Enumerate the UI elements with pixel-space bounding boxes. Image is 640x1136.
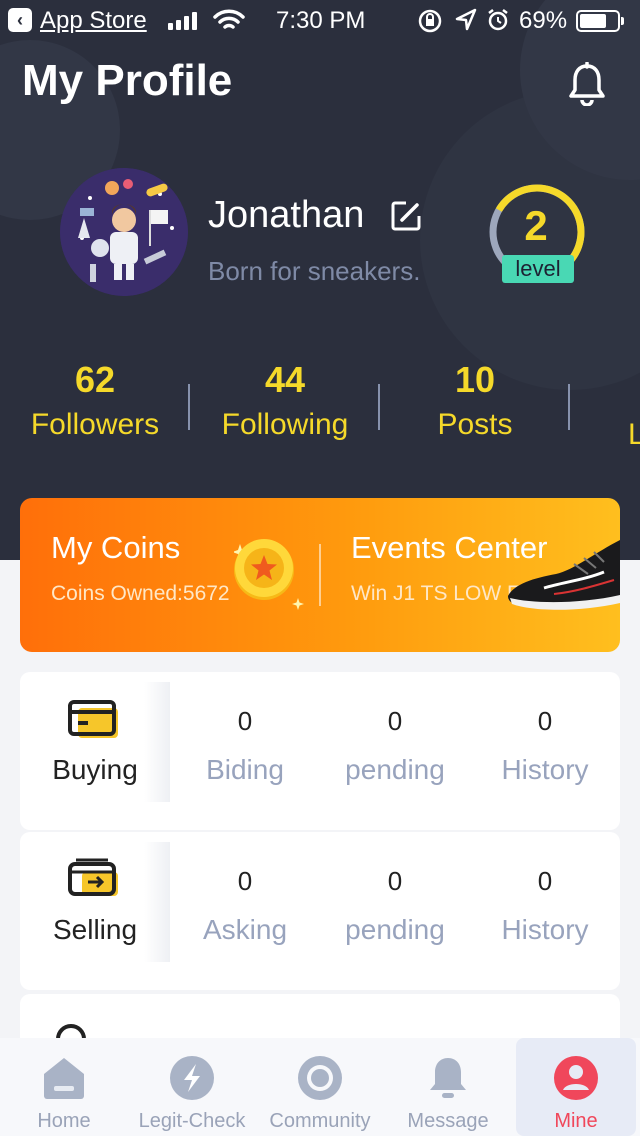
level-number: 2 [524,202,548,249]
coin-star-icon [234,539,304,610]
stat-value: 44 [264,359,306,400]
buying-biding[interactable]: 0 Biding [170,706,320,786]
buying-pending[interactable]: 0 pending [320,706,470,786]
buying-card: Buying 0 Biding 0 pending 0 History [20,672,620,830]
stat-label-truncated[interactable]: L [628,418,640,452]
count-label: History [501,914,589,945]
profile-stats: 62 Followers 44 Following 10 Posts L [0,358,640,458]
legit-check-icon [170,1056,214,1100]
stat-label: Posts [437,408,513,441]
stat-value: 62 [74,359,116,400]
location-arrow-icon [455,8,477,31]
back-to-app-link[interactable]: App Store [40,7,147,35]
stat-posts[interactable]: 10 Posts [380,358,570,442]
bottom-tab-bar: Home Legit-Check Community Message Mine [0,1038,640,1136]
back-arrow-icon[interactable]: ‹ [8,8,32,32]
count-value: 0 [537,706,553,736]
banner-divider [319,544,321,606]
my-coins-title: My Coins [51,530,181,565]
stat-following[interactable]: 44 Following [190,358,380,442]
home-icon [44,1058,84,1099]
buying-history[interactable]: 0 History [470,706,620,786]
count-value: 0 [387,866,403,896]
alarm-clock-icon [488,9,508,31]
selling-history[interactable]: 0 History [470,866,620,946]
rotation-lock-icon [418,9,442,33]
tab-label: Community [269,1110,371,1132]
tab-mine[interactable]: Mine [516,1038,636,1136]
clock-time: 7:30 PM [276,7,366,34]
page-title: My Profile [22,56,233,105]
community-icon [298,1056,342,1100]
count-value: 0 [237,706,253,736]
selling-asking[interactable]: 0 Asking [170,866,320,946]
battery-nub [621,17,624,25]
tab-message[interactable]: Message [384,1038,512,1136]
coins-events-banner: My Coins Coins Owned:5672 Events Center … [20,498,620,652]
bell-icon[interactable] [566,62,608,106]
level-badge[interactable]: 2 level [488,184,588,284]
profile-bio: Born for sneakers. [208,256,421,286]
username: Jonathan [208,194,365,236]
tab-label: Legit-Check [138,1110,246,1132]
card-divider-shadow [144,682,170,802]
selling-card: Selling 0 Asking 0 pending 0 History [20,832,620,990]
status-bar: ‹ App Store 7:30 PM 69% [0,0,640,40]
tab-label: Home [37,1110,91,1132]
tab-community[interactable]: Community [256,1038,384,1136]
count-value: 0 [537,866,553,896]
count-label: pending [345,754,445,785]
coins-owned-text: Coins Owned:5672 [51,582,230,605]
message-bell-icon [430,1058,466,1098]
level-label: level [502,255,574,283]
selling-pending[interactable]: 0 pending [320,866,470,946]
stat-followers[interactable]: 62 Followers [0,358,190,442]
tab-label: Message [407,1110,489,1132]
count-value: 0 [387,706,403,736]
battery-level-fill [580,14,606,28]
tab-home[interactable]: Home [0,1038,128,1136]
count-label: History [501,754,589,785]
mine-user-icon [554,1056,598,1100]
credit-card-icon [68,700,118,738]
wallet-transfer-icon [68,858,118,896]
sneaker-image [508,540,620,610]
astronaut-avatar-icon [60,168,188,296]
edit-profile-icon[interactable] [390,200,422,232]
wifi-icon [213,9,245,29]
avatar[interactable] [60,168,188,296]
battery-percent: 69% [519,7,568,34]
count-label: Asking [202,914,288,945]
count-label: Biding [206,754,284,785]
cellular-signal-icon [168,12,197,30]
divider [568,384,570,430]
stat-label: Followers [30,408,160,441]
stat-value: 10 [454,359,496,400]
card-divider-shadow [144,842,170,962]
stat-label: Following [221,408,349,441]
count-label: pending [345,914,445,945]
count-value: 0 [237,866,253,896]
tab-legit-check[interactable]: Legit-Check [128,1038,256,1136]
tab-label: Mine [554,1110,598,1132]
battery-icon [576,10,624,32]
